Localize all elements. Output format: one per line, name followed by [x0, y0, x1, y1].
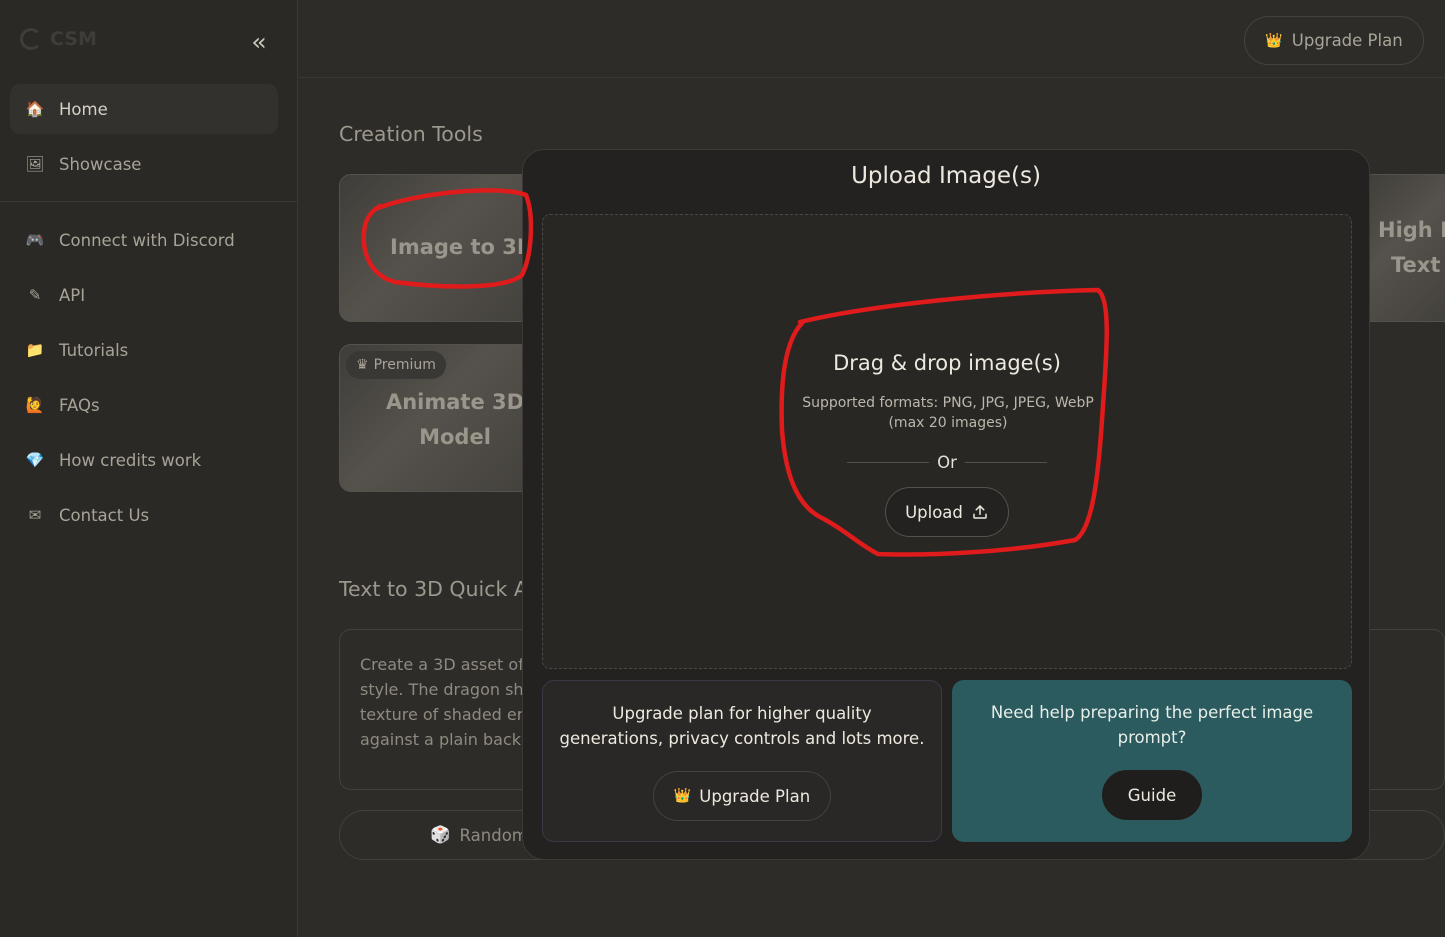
creation-tools-title: Creation Tools [339, 122, 483, 146]
prompt-line: texture of shaded er [360, 705, 524, 724]
envelope-icon: ✉ [28, 506, 42, 524]
top-bar: 👑 Upgrade Plan [298, 0, 1445, 78]
tool-card-image-to-3d[interactable]: Image to 3D [339, 174, 539, 322]
or-divider: Or [847, 452, 1047, 472]
picture-icon: 🖼 [25, 155, 45, 173]
image-dropzone[interactable]: Drag & drop image(s) Supported formats: … [542, 214, 1352, 669]
header-upgrade-plan-button[interactable]: 👑 Upgrade Plan [1244, 16, 1424, 65]
upgrade-text-line: Upgrade plan for higher quality [612, 704, 872, 723]
double-chevron-left-icon: ‹‹ [251, 28, 266, 56]
sidebar-item-discord[interactable]: 🎮 Connect with Discord [10, 215, 278, 265]
upgrade-label: Upgrade Plan [699, 786, 811, 806]
upgrade-plan-card: Upgrade plan for higher quality generati… [542, 680, 942, 842]
pen-icon: ✎ [28, 286, 42, 304]
upload-label: Upload [905, 502, 963, 522]
person-raising-hand-icon: 🙋 [25, 396, 45, 414]
prompt-line: style. The dragon sh [360, 680, 524, 699]
upload-image-modal: Upload Image(s) Drag & drop image(s) Sup… [522, 149, 1370, 860]
house-icon: 🏠 [25, 100, 45, 118]
divider-line [964, 461, 1047, 463]
premium-label: Premium [373, 357, 436, 373]
guide-text-line: prompt? [1117, 728, 1187, 747]
max-images-line: (max 20 images) [888, 415, 1008, 431]
peek-line-2: Text [1391, 253, 1441, 277]
tool-label-text: Animate 3D Model [385, 390, 525, 449]
guide-button[interactable]: Guide [1102, 770, 1202, 820]
logo-icon [20, 28, 42, 50]
or-label: Or [937, 452, 957, 472]
sidebar-item-label: FAQs [59, 395, 100, 415]
sidebar-item-api[interactable]: ✎ API [10, 270, 278, 320]
sidebar-item-label: API [59, 285, 86, 305]
sidebar-item-label: Contact Us [59, 505, 150, 525]
logo-text: CSM [50, 28, 97, 50]
sidebar-item-contact[interactable]: ✉ Contact Us [10, 490, 278, 540]
divider-line [847, 461, 930, 463]
crown-icon: 👑 [673, 788, 692, 804]
sidebar-item-faqs[interactable]: 🙋 FAQs [10, 380, 278, 430]
tool-card-animate-3d[interactable]: ♛ Premium Animate 3D Model [339, 344, 539, 492]
sidebar-item-label: Connect with Discord [59, 230, 235, 250]
dropzone-title: Drag & drop image(s) [833, 351, 1061, 375]
prompt-line: against a plain backg [360, 730, 532, 749]
sidebar-item-label: Tutorials [59, 340, 129, 360]
prompt-line: Create a 3D asset of [360, 655, 524, 674]
sidebar-item-credits[interactable]: 💎 How credits work [10, 435, 278, 485]
upgrade-card-text: Upgrade plan for higher quality generati… [543, 701, 941, 751]
sidebar-item-label: How credits work [59, 450, 202, 470]
sidebar-item-label: Showcase [59, 154, 142, 174]
tool-label-peek: High R Text [1378, 213, 1445, 283]
dice-icon: 🎲 [430, 825, 451, 844]
supported-formats: Supported formats: PNG, JPG, JPEG, WebP … [793, 393, 1103, 433]
sidebar-item-label: Home [59, 99, 108, 119]
sidebar-item-tutorials[interactable]: 📁 Tutorials [10, 325, 278, 375]
guide-text-line: Need help preparing the perfect image [990, 703, 1314, 722]
premium-badge: ♛ Premium [346, 351, 446, 379]
sidebar: CSM ‹‹ 🏠 Home 🖼 Showcase 🎮 Connect with … [0, 0, 298, 937]
upgrade-label: Upgrade Plan [1291, 31, 1403, 50]
random-label: Random [459, 825, 528, 845]
diamond-icon: 💎 [25, 451, 45, 469]
folder-icon: 📁 [25, 341, 45, 359]
crown-icon: 👑 [1265, 32, 1283, 49]
modal-title: Upload Image(s) [851, 163, 1041, 189]
peek-line-1: High R [1378, 218, 1445, 242]
collapse-sidebar-button[interactable]: ‹‹ [244, 30, 270, 56]
upgrade-text-line: generations, privacy controls and lots m… [559, 729, 925, 748]
sidebar-item-home[interactable]: 🏠 Home [10, 84, 278, 134]
logo[interactable]: CSM [20, 28, 97, 50]
modal-upgrade-plan-button[interactable]: 👑 Upgrade Plan [653, 771, 831, 821]
sidebar-item-showcase[interactable]: 🖼 Showcase [10, 139, 278, 189]
guide-label: Guide [1127, 785, 1177, 805]
prompt-text: Create a 3D asset of style. The dragon s… [360, 652, 540, 752]
text-to-3d-quick-title: Text to 3D Quick A [339, 577, 528, 601]
sidebar-divider [0, 201, 297, 202]
formats-line: Supported formats: PNG, JPG, JPEG, WebP [802, 395, 1094, 411]
crown-icon: ♛ [356, 357, 369, 373]
guide-card-text: Need help preparing the perfect image pr… [952, 700, 1352, 750]
upload-icon [973, 505, 987, 519]
tool-label: Image to 3D [390, 235, 535, 259]
guide-card: Need help preparing the perfect image pr… [952, 680, 1352, 842]
tool-label: Animate 3D Model [380, 385, 530, 455]
discord-icon: 🎮 [25, 231, 45, 249]
upload-button[interactable]: Upload [885, 487, 1009, 537]
